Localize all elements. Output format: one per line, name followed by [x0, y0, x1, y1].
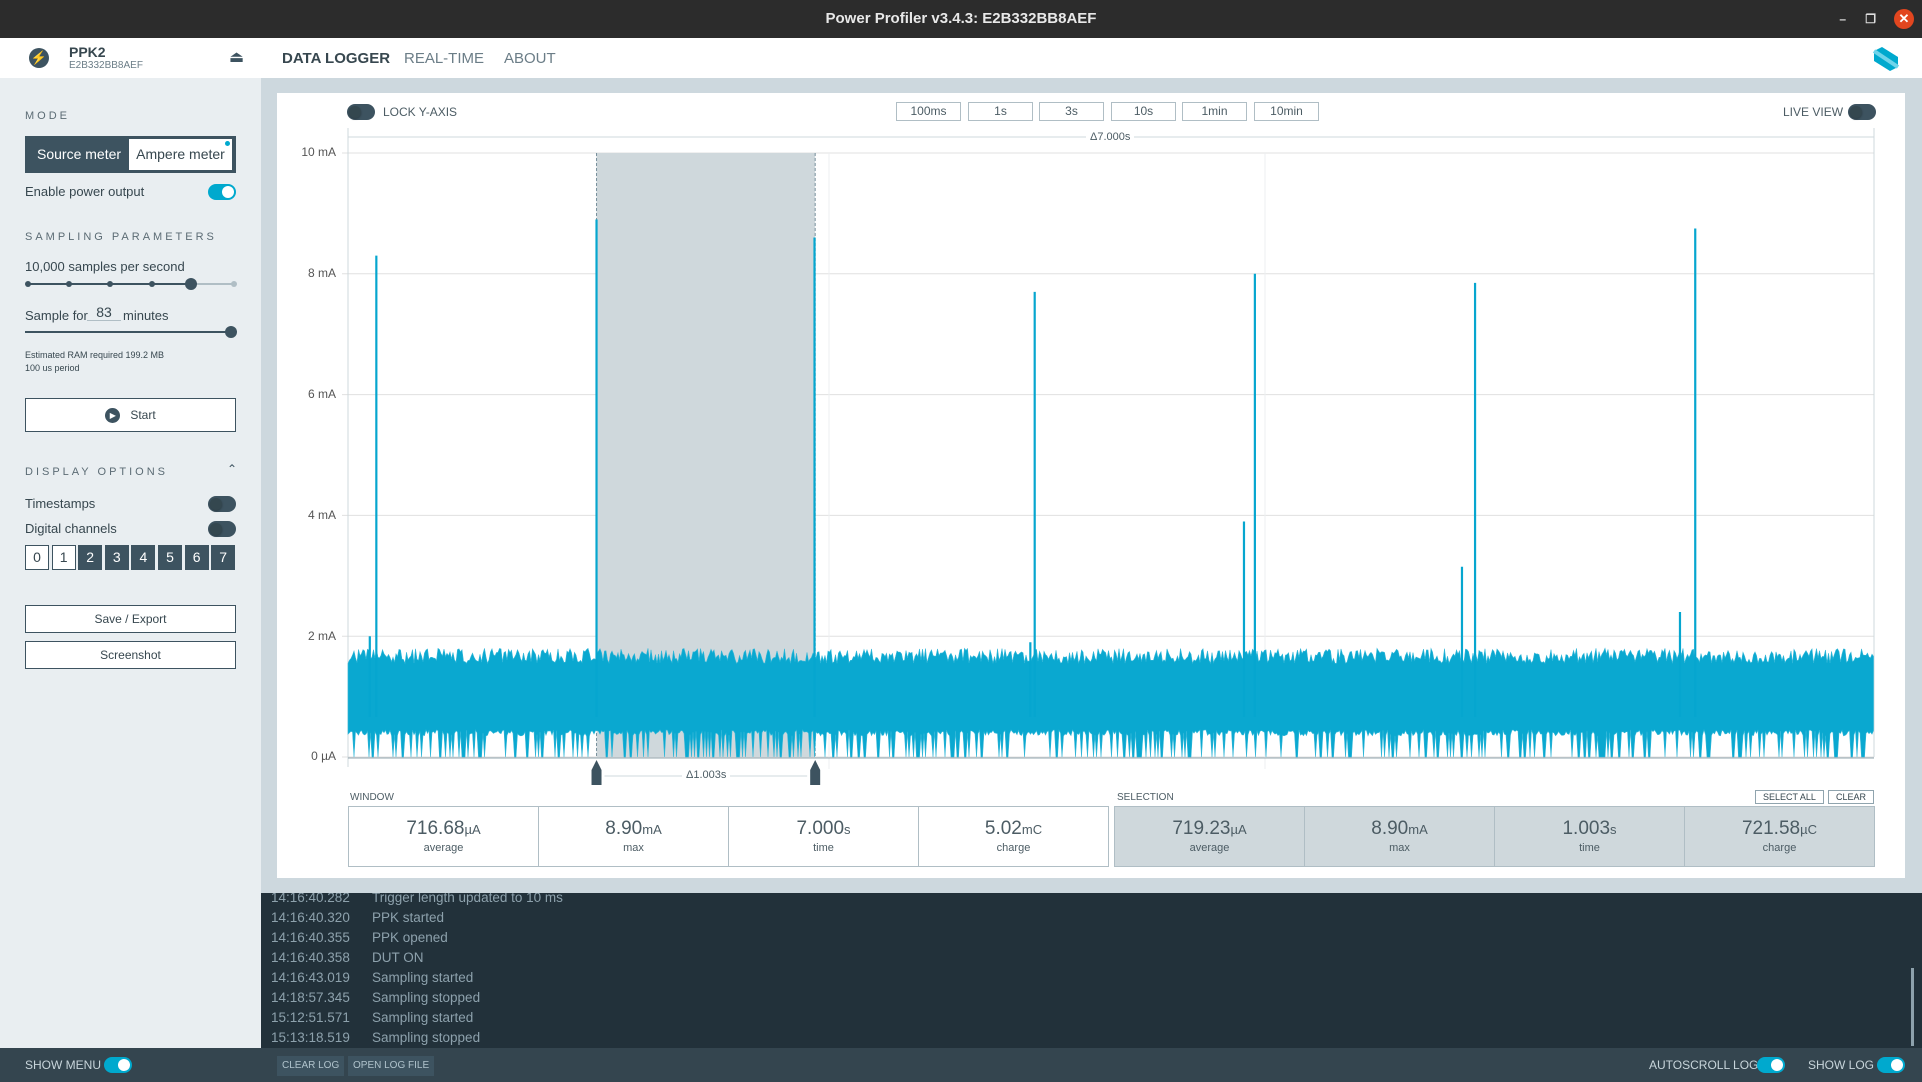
log-timestamp: 14:18:57.345: [271, 990, 350, 1005]
window-delta-label: Δ7.000s: [1086, 131, 1135, 143]
stat-number: 1.003: [1562, 818, 1611, 839]
log-message: DUT ON: [372, 950, 424, 965]
log-panel: 14:16:40.282 Trigger length updated to 10…: [261, 893, 1922, 1048]
log-timestamp: 15:13:18.519: [271, 1030, 350, 1045]
selection-drag-handle: [591, 760, 602, 785]
stat-value: 8.90mA: [539, 818, 728, 840]
stat-value: 8.90mA: [1305, 818, 1494, 840]
selection-stats-max: 8.90mA max: [1304, 806, 1495, 867]
stat-caption: max: [623, 842, 644, 854]
log-message: Sampling stopped: [372, 1030, 481, 1045]
log-message: Trigger length updated to 10 ms: [372, 893, 563, 905]
stat-unit: µA: [464, 822, 481, 837]
stat-caption: time: [813, 842, 834, 854]
log-scrollbar[interactable]: [1911, 968, 1914, 1046]
log-timestamp: 14:16:40.282: [271, 893, 350, 905]
window-stats-charge: 5.02mC charge: [918, 806, 1109, 867]
selection-drag-handle: [810, 760, 821, 785]
stat-number: 716.68: [406, 818, 465, 839]
clear-log-button[interactable]: CLEAR LOG: [277, 1056, 345, 1076]
selection-stats-label: SELECTION: [1117, 792, 1174, 803]
window-stats-average: 716.68µA average: [348, 806, 539, 867]
stat-caption: charge: [996, 842, 1031, 854]
stat-value: 1.003s: [1495, 818, 1684, 840]
window-stats-max: 8.90mA max: [538, 806, 729, 867]
stat-unit: mA: [1408, 822, 1428, 837]
stat-value: 7.000s: [729, 818, 918, 840]
stat-caption: average: [1189, 842, 1230, 854]
stat-number: 721.58: [1741, 818, 1801, 839]
stat-unit: µA: [1230, 822, 1247, 837]
log-timestamp: 14:16:40.358: [271, 950, 350, 965]
bottom-bar: SHOW MENU CLEAR LOG OPEN LOG FILE AUTOSC…: [0, 1048, 1922, 1082]
show-log-toggle[interactable]: [1877, 1057, 1905, 1073]
stat-number: 5.02: [984, 818, 1022, 839]
current-trace-baseline: [347, 647, 1874, 758]
stat-number: 8.90: [605, 818, 643, 839]
stat-value: 5.02mC: [919, 818, 1108, 840]
log-message: Sampling started: [372, 1010, 474, 1025]
log-timestamp: 14:16:40.320: [271, 910, 350, 925]
stat-caption: average: [423, 842, 464, 854]
selection-delta-label: Δ1.003s: [682, 769, 731, 781]
stat-caption: time: [1579, 842, 1600, 854]
log-message: PPK opened: [372, 930, 448, 945]
show-menu-toggle[interactable]: [104, 1057, 132, 1073]
stat-value: 716.68µA: [349, 818, 538, 840]
log-timestamp: 14:16:43.019: [271, 970, 350, 985]
stat-value: 721.58µC: [1685, 818, 1874, 840]
clear-selection-button[interactable]: CLEAR: [1828, 790, 1875, 804]
autoscroll-log-toggle[interactable]: [1757, 1057, 1785, 1073]
show-log-label: SHOW LOG: [1808, 1058, 1875, 1072]
window-stats-time: 7.000s time: [728, 806, 919, 867]
open-log-file-button[interactable]: OPEN LOG FILE: [348, 1056, 435, 1076]
stat-value: 719.23µA: [1115, 818, 1304, 840]
log-message: PPK started: [372, 910, 445, 925]
log-timestamp: 15:12:51.571: [271, 1010, 350, 1025]
selection-stats-time: 1.003s time: [1494, 806, 1685, 867]
current-chart[interactable]: [0, 0, 1922, 800]
stat-number: 8.90: [1371, 818, 1409, 839]
stat-unit: mC: [1021, 822, 1043, 837]
log-message: Sampling started: [372, 970, 474, 985]
stat-number: 719.23: [1172, 818, 1231, 839]
select-all-button[interactable]: SELECT ALL: [1755, 790, 1824, 804]
log-timestamp: 14:16:40.355: [271, 930, 350, 945]
autoscroll-log-label: AUTOSCROLL LOG: [1649, 1058, 1759, 1072]
window-stats-label: WINDOW: [350, 792, 394, 803]
log-message: Sampling stopped: [372, 990, 481, 1005]
stat-unit: s: [1610, 822, 1617, 837]
stat-caption: max: [1389, 842, 1410, 854]
show-menu-label: SHOW MENU: [25, 1058, 101, 1072]
stat-caption: charge: [1762, 842, 1797, 854]
selection-stats-charge: 721.58µC charge: [1684, 806, 1875, 867]
stat-unit: s: [844, 822, 851, 837]
stat-unit: mA: [642, 822, 662, 837]
stat-number: 7.000: [796, 818, 845, 839]
stat-unit: µC: [1800, 822, 1817, 837]
selection-stats-average: 719.23µA average: [1114, 806, 1305, 867]
